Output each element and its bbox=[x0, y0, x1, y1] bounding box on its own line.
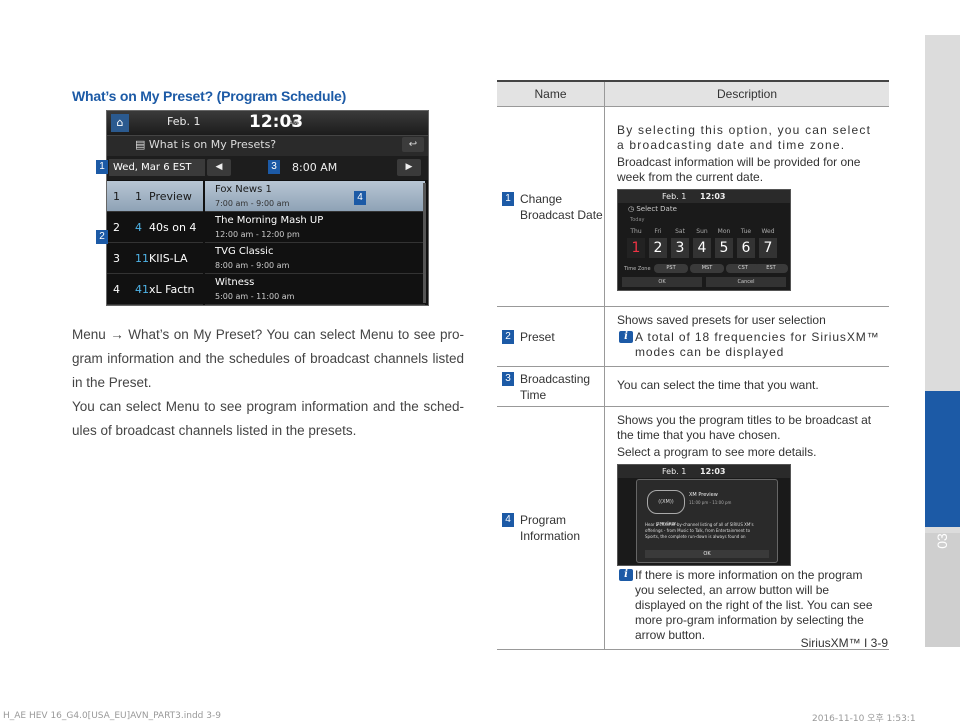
preset-row[interactable]: 2 4 40s on 4 bbox=[107, 212, 203, 243]
change-date-button[interactable]: Wed, Mar 6 EST bbox=[109, 159, 205, 176]
select-date-screen: Feb. 1 12:03 ◷ Select Date Today Thu Fri… bbox=[617, 188, 791, 291]
info-icon: i bbox=[619, 569, 633, 581]
day-label: Fri bbox=[654, 227, 662, 235]
today-label: Today bbox=[630, 216, 645, 223]
callout-badge: 2 bbox=[96, 230, 108, 244]
program-hours: 11:00 pm - 11:00 pm bbox=[689, 500, 732, 505]
callout-badge: 4 bbox=[502, 513, 514, 527]
day-button[interactable]: 7 bbox=[759, 237, 777, 258]
callout-badge: 1 bbox=[502, 191, 514, 206]
preset-row[interactable]: 3 11 KIIS-LA bbox=[107, 243, 203, 274]
row-description: Shows you the program titles to be broad… bbox=[617, 413, 872, 442]
xm-preview-logo: ((XM)) preview bbox=[647, 490, 685, 527]
print-slug-left: H_AE HEV 16_G4.0[USA_EU]AVN_PART3.indd 3… bbox=[3, 711, 221, 721]
program-row[interactable]: The Morning Mash UP 12:00 am - 12:00 pm bbox=[205, 212, 425, 243]
broadcast-time: 8:00 AM bbox=[292, 161, 338, 174]
screen-date: Feb. 1 bbox=[167, 115, 201, 128]
row-name: 4 Program Information bbox=[498, 512, 603, 544]
info-icon: i bbox=[619, 331, 633, 343]
cancel-button[interactable]: Cancel bbox=[706, 276, 786, 287]
ok-button[interactable]: OK bbox=[622, 276, 702, 287]
day-button[interactable]: 6 bbox=[737, 237, 755, 258]
chapter-tab-number: 03 bbox=[934, 533, 950, 549]
day-label: Wed bbox=[761, 227, 775, 235]
print-slug-right: 2016-11-10 오후 1:53:1 bbox=[812, 714, 916, 724]
chapter-tab-active bbox=[925, 391, 960, 527]
header-description: Description bbox=[604, 80, 889, 107]
preset-row[interactable]: 1 1 Preview bbox=[107, 181, 203, 212]
body-text: Menu → What’s on My Preset? You can sele… bbox=[72, 323, 464, 443]
program-channel: XM Preview bbox=[689, 492, 718, 498]
day-label: Thu bbox=[630, 227, 642, 235]
zone-pst-button[interactable]: PST bbox=[654, 263, 688, 273]
row-description: You can select the time that you want. bbox=[617, 378, 819, 392]
ok-button[interactable]: OK bbox=[645, 550, 769, 558]
row-description: By selecting this option, you can select… bbox=[617, 122, 872, 152]
zone-est-button[interactable]: EST bbox=[754, 263, 788, 273]
body-paragraph: You can select Menu to see program infor… bbox=[72, 399, 464, 438]
callout-badge: 3 bbox=[502, 371, 514, 386]
table-row: 1 Change Broadcast Date By selecting thi… bbox=[497, 106, 889, 307]
day-label: Sat bbox=[675, 227, 685, 235]
screen-ampm: AM bbox=[289, 120, 299, 127]
program-row[interactable]: TVG Classic 8:00 am - 9:00 am bbox=[205, 243, 425, 274]
row-description: Select a program to see more details. bbox=[617, 445, 817, 459]
select-date-title: ◷ Select Date bbox=[628, 204, 677, 213]
info-note: i A total of 18 frequencies for SiriusXM… bbox=[617, 330, 883, 360]
home-icon[interactable]: ⌂ bbox=[111, 114, 129, 132]
back-arrow-icon[interactable]: ↩ bbox=[402, 137, 424, 152]
list-scrollbar[interactable] bbox=[423, 183, 426, 303]
row-name: 3 Broadcasting Time bbox=[498, 371, 603, 403]
program-description: Hear a channel-by-channel listing of all… bbox=[645, 522, 754, 539]
page-footer: SiriusXM™ I 3-9 bbox=[800, 636, 888, 650]
row-name: 1 Change Broadcast Date bbox=[498, 191, 603, 223]
day-button[interactable]: 5 bbox=[715, 237, 733, 258]
day-button[interactable]: 3 bbox=[671, 237, 689, 258]
table-row: 3 Broadcasting Time You can select the t… bbox=[497, 366, 889, 407]
time-zone-label: Time Zone bbox=[624, 265, 651, 272]
day-button[interactable]: 4 bbox=[693, 237, 711, 258]
day-label: Sun bbox=[696, 227, 708, 235]
row-description: Broadcast information will be provided f… bbox=[617, 154, 861, 184]
section-title: What’s on My Preset? (Program Schedule) bbox=[72, 88, 347, 104]
description-table: Name Description 1 Change Broadcast Date… bbox=[497, 80, 889, 650]
day-label: Mon bbox=[717, 227, 731, 235]
callout-badge: 1 bbox=[96, 160, 108, 174]
screen-title: ▤ What is on My Presets? bbox=[135, 138, 277, 151]
callout-badge: 3 bbox=[268, 160, 280, 174]
callout-badge: 4 bbox=[354, 191, 366, 205]
day-label: Tue bbox=[740, 227, 752, 235]
program-detail-popup: ((XM)) preview XM Preview 11:00 pm - 11:… bbox=[636, 479, 778, 563]
program-row[interactable]: Fox News 1 7:00 am - 9:00 am bbox=[205, 181, 425, 212]
prev-time-button[interactable]: ◀ bbox=[207, 159, 231, 176]
program-row[interactable]: Witness 5:00 am - 11:00 am bbox=[205, 274, 425, 305]
body-paragraph: Menu → What’s on My Preset? You can sele… bbox=[72, 327, 464, 390]
screen-mockup: ⌂ Feb. 1 12:03 AM ▤ What is on My Preset… bbox=[106, 110, 429, 306]
table-row: 2 Preset Shows saved presets for user se… bbox=[497, 306, 889, 367]
callout-badge: 2 bbox=[502, 329, 514, 344]
table-row: 4 Program Information Shows you the prog… bbox=[497, 406, 889, 650]
next-time-button[interactable]: ▶ bbox=[397, 159, 421, 176]
row-description: Shows saved presets for user selection bbox=[617, 313, 826, 327]
zone-mst-button[interactable]: MST bbox=[690, 263, 724, 273]
day-button[interactable]: 1 bbox=[627, 237, 645, 258]
info-note: i If there is more information on the pr… bbox=[617, 568, 883, 643]
program-detail-screen: Feb. 1 12:03 ((XM)) preview XM Preview 1… bbox=[617, 464, 791, 566]
day-button[interactable]: 2 bbox=[649, 237, 667, 258]
header-name: Name bbox=[497, 80, 605, 107]
row-name: 2 Preset bbox=[498, 329, 603, 345]
preset-row[interactable]: 4 41 xL Factn bbox=[107, 274, 203, 305]
